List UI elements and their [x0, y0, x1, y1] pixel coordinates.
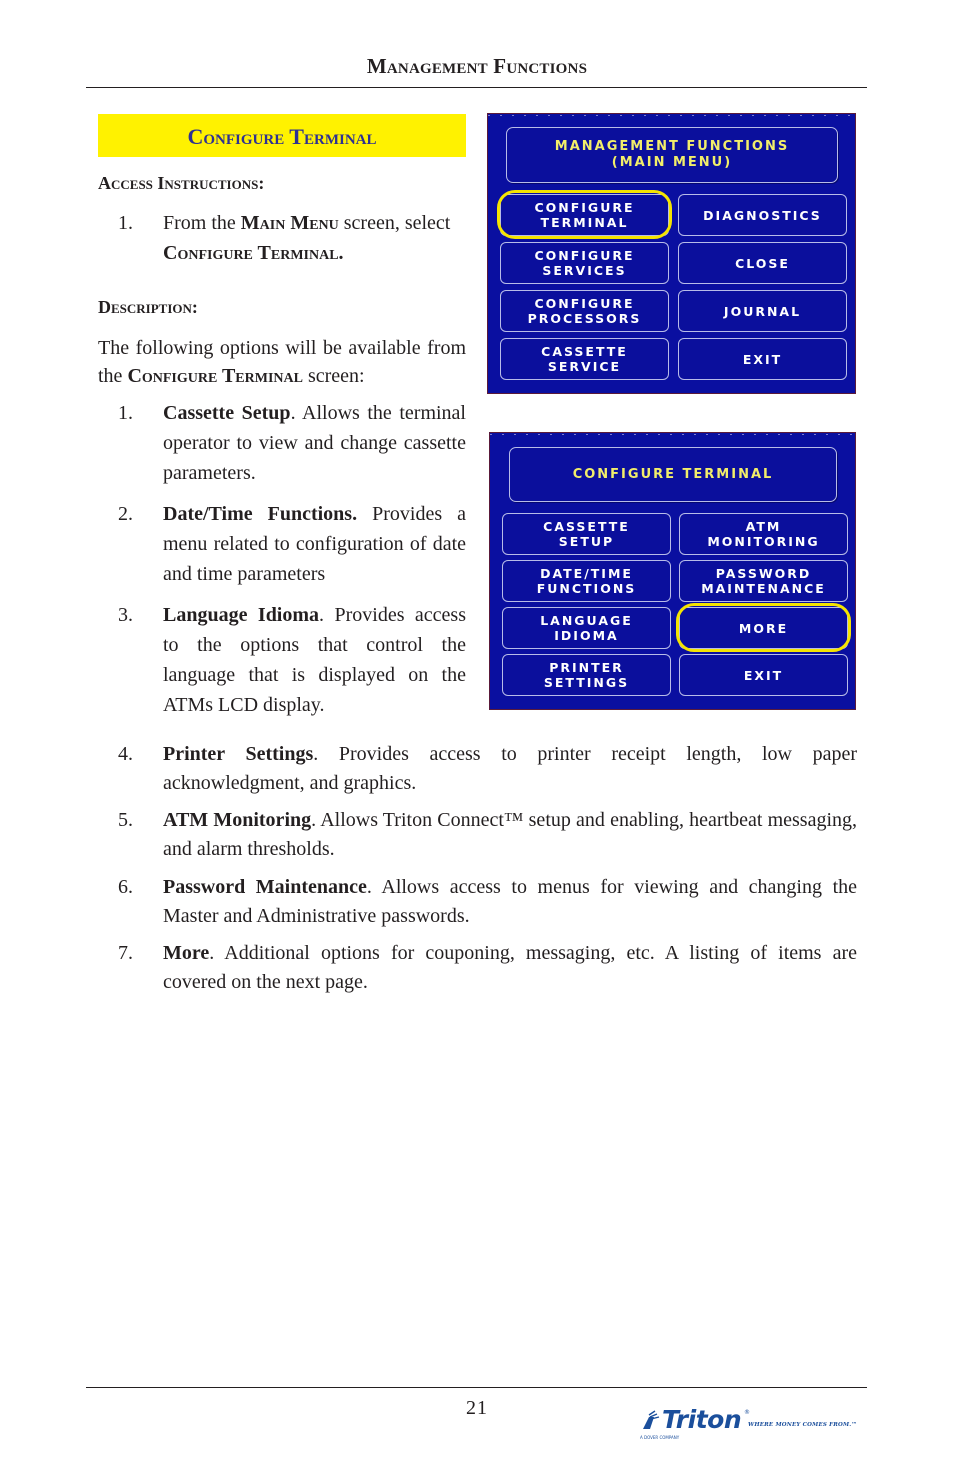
item-number: 1.	[118, 402, 133, 424]
button-label: MAINTENANCE	[701, 581, 826, 596]
option-item: 1. Cassette Setup. Allows the terminal o…	[98, 398, 466, 488]
section-title-banner: Configure Terminal	[98, 114, 466, 157]
triton-wave-icon	[643, 1410, 660, 1429]
exit-button[interactable]: EXIT	[678, 338, 847, 380]
button-label: EXIT	[743, 667, 784, 683]
configure-terminal-button[interactable]: CONFIGURE TERMINAL	[497, 190, 672, 239]
button-label: CONFIGURE	[534, 248, 635, 263]
password-maintenance-button[interactable]: PASSWORD MAINTENANCE	[679, 560, 848, 602]
item-number: 6.	[118, 876, 133, 898]
access-step: 1. From the Main Menu screen, select Con…	[98, 208, 466, 268]
exit-button[interactable]: EXIT	[679, 654, 848, 696]
registered-mark: ®	[744, 1409, 750, 1416]
access-instructions-heading: Access Instructions:	[98, 173, 265, 193]
screen-title: CONFIGURE TERMINAL	[509, 447, 837, 502]
button-label: TERMINAL	[540, 215, 629, 230]
option-item: 7. More. Additional options for couponin…	[98, 939, 857, 997]
option-item: 6. Password Maintenance. Allows access t…	[98, 873, 857, 931]
item-name: Printer Settings	[163, 743, 314, 765]
item-number: 3.	[118, 604, 133, 626]
configure-services-button[interactable]: CONFIGURE SERVICES	[500, 242, 669, 284]
item-name: Password Maintenance	[163, 876, 367, 898]
option-item: 4. Printer Settings. Provides access to …	[98, 740, 857, 798]
button-label: MONITORING	[707, 534, 820, 549]
close-button[interactable]: CLOSE	[678, 242, 847, 284]
description-intro: The following options will be available …	[98, 334, 466, 390]
cassette-setup-button[interactable]: CASSETTE SETUP	[502, 513, 671, 555]
button-label: ATM	[745, 519, 782, 534]
screen-title-line: MANAGEMENT FUNCTIONS	[554, 139, 790, 154]
step-text: From the	[163, 212, 241, 234]
item-name: Cassette Setup	[163, 402, 291, 424]
configure-terminal-ref: Configure Terminal	[127, 365, 303, 387]
item-name: ATM Monitoring	[163, 809, 312, 831]
triton-logo: Triton ® WHERE MONEY COMES FROM.™ A DOVE…	[640, 1405, 857, 1449]
step-text: screen, select	[338, 212, 451, 234]
diagnostics-button[interactable]: DIAGNOSTICS	[678, 194, 847, 236]
item-name: Language Idioma	[163, 604, 320, 626]
item-name: More	[163, 942, 210, 964]
button-label: CONFIGURE	[534, 296, 635, 311]
option-item: 2. Date/Time Functions. Provides a menu …	[98, 499, 466, 589]
logo-wordmark: Triton	[662, 1405, 742, 1434]
button-label: LANGUAGE	[540, 613, 633, 628]
button-label: CLOSE	[735, 255, 790, 271]
button-label: PRINTER	[549, 660, 624, 675]
atm-main-menu-screenshot: MANAGEMENT FUNCTIONS (MAIN MENU) CONFIGU…	[487, 113, 856, 394]
running-header: Management Functions	[366, 54, 588, 78]
button-label: IDIOMA	[554, 628, 619, 643]
language-idioma-button[interactable]: LANGUAGE IDIOMA	[502, 607, 671, 649]
item-number: 4.	[118, 743, 133, 765]
button-label: JOURNAL	[723, 303, 802, 319]
intro-text: screen:	[302, 365, 365, 387]
button-label: MORE	[738, 620, 789, 636]
item-name: Date/Time Functions.	[163, 503, 358, 525]
button-label: PROCESSORS	[527, 311, 642, 326]
button-label: EXIT	[742, 351, 783, 367]
button-label: DATE/TIME	[540, 566, 633, 581]
item-number: 5.	[118, 809, 133, 831]
button-label: SETUP	[558, 534, 615, 549]
atm-monitoring-button[interactable]: ATM MONITORING	[679, 513, 848, 555]
screen-title-line: (MAIN MENU)	[611, 155, 733, 170]
logo-tagline: WHERE MONEY COMES FROM.™	[748, 1422, 858, 1428]
more-button[interactable]: MORE	[676, 603, 851, 652]
button-label: SERVICES	[542, 263, 627, 278]
cassette-service-button[interactable]: CASSETTE SERVICE	[500, 338, 669, 380]
item-description: . Additional options for couponing, mess…	[163, 942, 857, 993]
button-label: PASSWORD	[715, 566, 812, 581]
option-item: 3. Language Idioma. Provides access to t…	[98, 600, 466, 720]
date-time-functions-button[interactable]: DATE/TIME FUNCTIONS	[502, 560, 671, 602]
step-number: 1.	[118, 212, 133, 234]
button-label: DIAGNOSTICS	[703, 207, 822, 223]
description-heading: Description:	[98, 297, 198, 317]
footer-rule	[86, 1387, 867, 1388]
button-label: SETTINGS	[543, 675, 630, 690]
screen-title: MANAGEMENT FUNCTIONS (MAIN MENU)	[506, 127, 838, 183]
configure-terminal-ref: Configure Terminal	[163, 242, 339, 264]
button-label: CONFIGURE	[534, 200, 635, 215]
main-menu-ref: Main Menu	[240, 212, 339, 234]
header-rule	[86, 87, 867, 88]
option-item: 5. ATM Monitoring. Allows Triton Connect…	[98, 806, 857, 864]
button-label: FUNCTIONS	[536, 581, 637, 596]
button-label: CASSETTE	[541, 344, 628, 359]
step-punct: .	[338, 242, 344, 264]
item-number: 7.	[118, 942, 133, 964]
journal-button[interactable]: JOURNAL	[678, 290, 847, 332]
button-label: CASSETTE	[543, 519, 630, 534]
screen-title-line: CONFIGURE TERMINAL	[572, 466, 774, 482]
configure-processors-button[interactable]: CONFIGURE PROCESSORS	[500, 290, 669, 332]
logo-subtitle: A DOVER COMPANY	[640, 1435, 680, 1440]
button-label: SERVICE	[547, 359, 622, 374]
atm-configure-terminal-screenshot: CONFIGURE TERMINAL CASSETTE SETUP ATM MONI…	[489, 432, 856, 710]
item-number: 2.	[118, 503, 133, 525]
printer-settings-button[interactable]: PRINTER SETTINGS	[502, 654, 671, 696]
